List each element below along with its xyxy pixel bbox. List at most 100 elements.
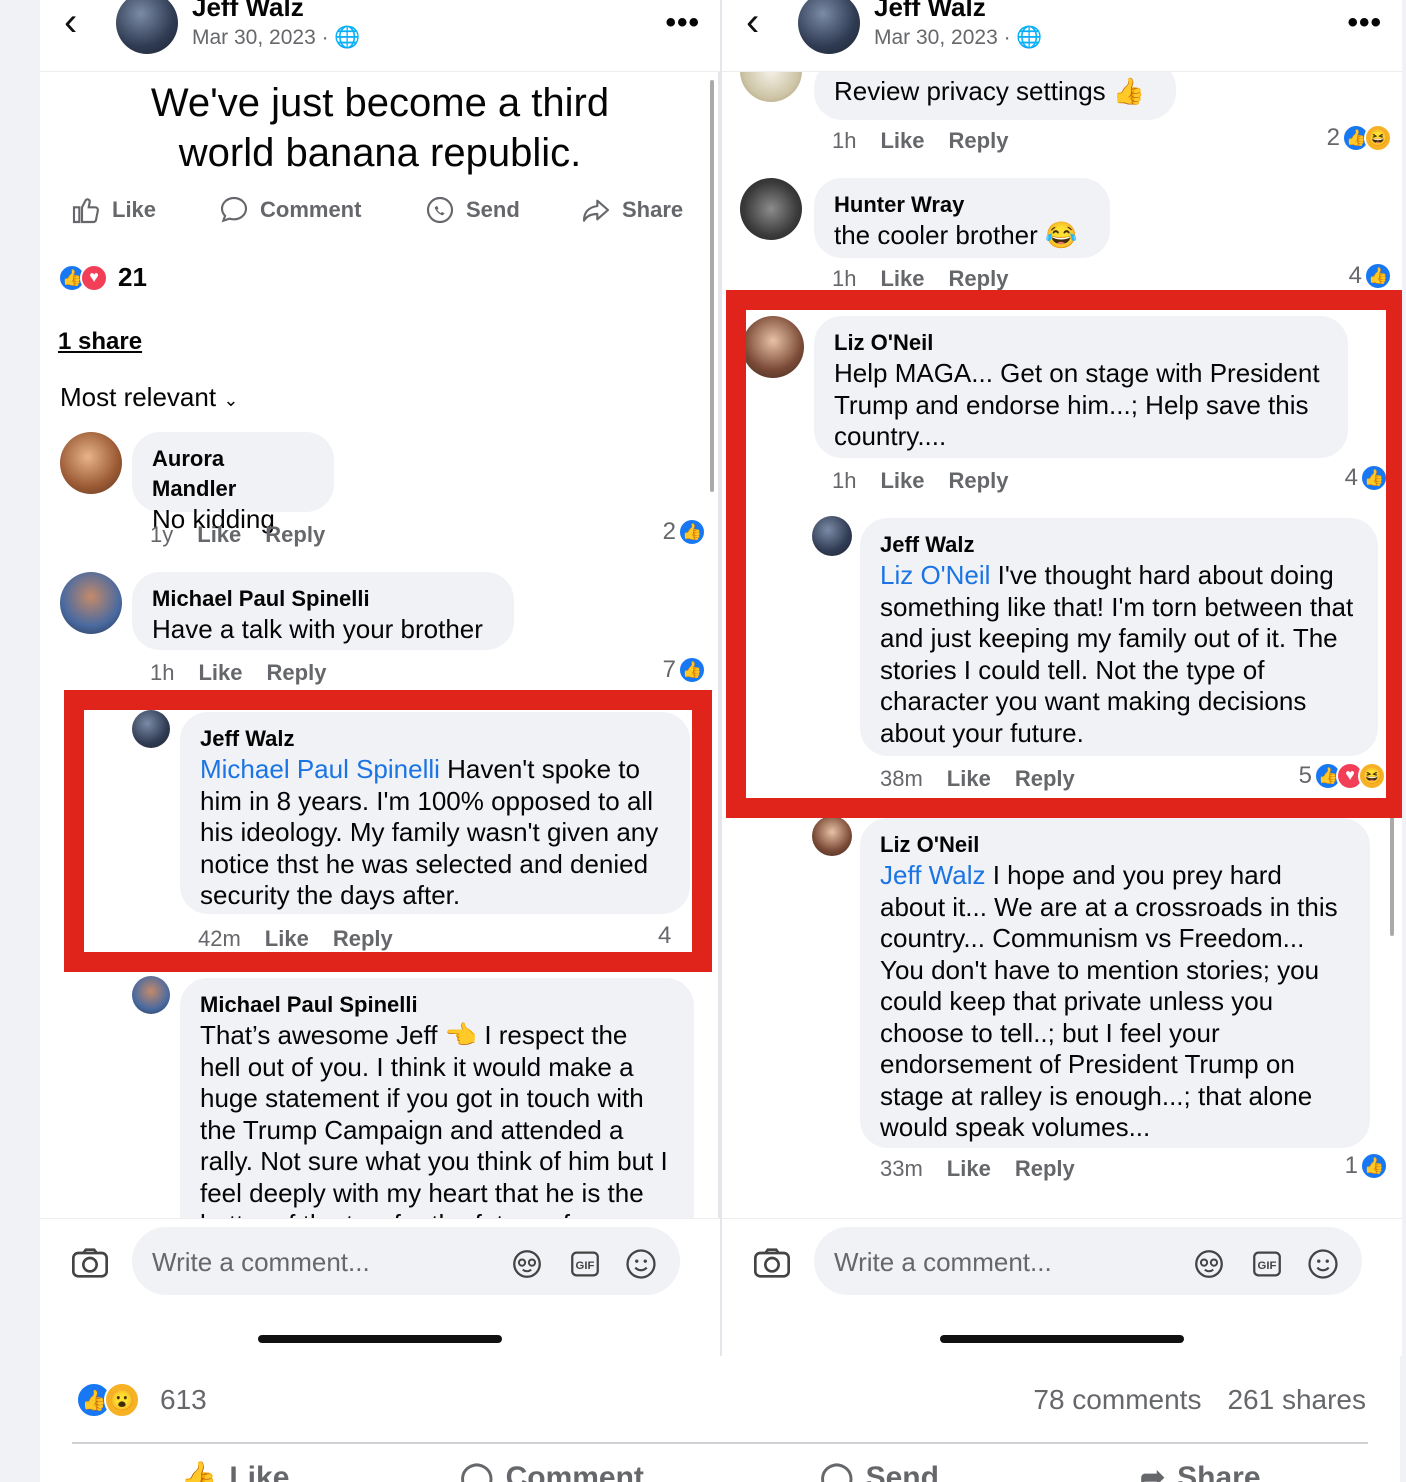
comment-composer: Write a comment... GIF <box>722 1218 1402 1356</box>
comments-count-link[interactable]: 78 comments <box>1033 1384 1201 1416</box>
comment-bubble: Liz O'Neil Jeff Walz I hope and you prey… <box>860 818 1370 1148</box>
camera-icon[interactable] <box>70 1243 110 1283</box>
outer-comment-button[interactable]: ◯ Comment <box>460 1460 644 1482</box>
like-icon <box>72 198 99 224</box>
post-header: ‹ Jeff Walz Mar 30, 2023 · 🌐 ••• <box>722 0 1402 72</box>
mention-link[interactable]: Jeff Walz <box>880 860 985 890</box>
share-button[interactable]: Share <box>580 194 683 226</box>
scrollbar[interactable] <box>710 80 714 492</box>
share-icon: ➦ <box>1140 1461 1166 1482</box>
comment-reaction-count[interactable]: 4 👍 <box>1349 262 1392 290</box>
comment-like-button[interactable]: Like <box>880 128 924 154</box>
outer-reaction-count[interactable]: 613 <box>160 1384 207 1416</box>
outer-reactions[interactable]: 👍 😮 <box>76 1382 140 1418</box>
back-arrow-icon[interactable]: ‹ <box>746 2 759 42</box>
comment-input[interactable]: Write a comment... GIF <box>814 1227 1362 1295</box>
outer-post-actions: 👍 Like ◯ Comment ◯ Send ➦ Share <box>0 1460 1360 1482</box>
author-avatar[interactable] <box>798 0 860 54</box>
post-date: Mar 30, 2023 · 🌐 <box>874 26 1043 49</box>
gif-icon[interactable]: GIF <box>568 1247 602 1281</box>
comment-text: Review privacy settings 👍 <box>834 76 1146 106</box>
comment-text: the cooler brother 😂 <box>834 220 1078 250</box>
love-reaction-icon: ♥ <box>80 263 108 292</box>
emoji-icon[interactable] <box>624 1247 658 1281</box>
comment-reaction-count[interactable]: 7 👍 <box>663 656 706 684</box>
comment-meta: 1h Like Reply <box>832 128 1009 154</box>
shares-count-link[interactable]: 261 shares <box>1227 1384 1366 1416</box>
avatar[interactable] <box>740 178 802 240</box>
globe-icon: 🌐 <box>334 26 361 49</box>
outer-send-button[interactable]: ◯ Send <box>820 1460 939 1482</box>
thumbs-up-emoji: 👍 <box>1112 76 1146 106</box>
more-icon[interactable]: ••• <box>665 6 700 40</box>
outer-share-button[interactable]: ➦ Share <box>1140 1460 1261 1482</box>
comment-author[interactable]: Hunter Wray <box>834 190 1090 220</box>
highlight-box <box>726 290 1402 818</box>
post-reactions[interactable]: 👍 ♥ 21 <box>58 262 147 293</box>
comment-reply-button[interactable]: Reply <box>267 660 327 686</box>
comment-text: That’s awesome Jeff 👈 I respect the hell… <box>200 1020 668 1239</box>
highlight-box <box>64 690 712 972</box>
footer-divider <box>72 1442 1368 1444</box>
post-header: ‹ Jeff Walz Mar 30, 2023 · 🌐 ••• <box>40 0 720 72</box>
comment-reaction-count[interactable]: 2 👍 <box>663 518 706 546</box>
right-screenshot: ‹ Jeff Walz Mar 30, 2023 · 🌐 ••• Review … <box>722 0 1402 1356</box>
gif-icon[interactable]: GIF <box>1250 1247 1284 1281</box>
svg-text:GIF: GIF <box>1258 1260 1277 1272</box>
more-icon[interactable]: ••• <box>1347 6 1382 40</box>
send-button[interactable]: Send <box>424 194 520 226</box>
comment-bubble: Aurora Mandler No kidding <box>132 432 334 534</box>
comment-reply-button[interactable]: Reply <box>1015 1156 1075 1182</box>
avatar[interactable] <box>60 572 122 634</box>
haha-reaction-icon: 😆 <box>1364 124 1392 152</box>
globe-icon: 🌐 <box>1016 26 1043 49</box>
comment-reaction-count[interactable]: 2 👍 😆 <box>1327 124 1392 152</box>
comment-meta: 33m Like Reply <box>880 1156 1075 1182</box>
comment-button[interactable]: Comment <box>218 194 361 226</box>
comment-reply-button[interactable]: Reply <box>949 128 1009 154</box>
like-reaction-icon: 👍 <box>678 656 706 684</box>
comment-reply-button[interactable]: Reply <box>265 522 325 548</box>
author-name[interactable]: Jeff Walz <box>192 0 304 23</box>
comment-bubble: Hunter Wray the cooler brother 😂 <box>814 178 1110 258</box>
comment-reaction-count[interactable]: 1 👍 <box>1345 1152 1388 1180</box>
like-reaction-icon: 👍 <box>1364 262 1392 290</box>
comment-like-button[interactable]: Like <box>198 660 242 686</box>
comment-like-button[interactable]: Like <box>947 1156 991 1182</box>
left-screenshot: ‹ Jeff Walz Mar 30, 2023 · 🌐 ••• We've j… <box>40 0 720 1356</box>
author-name[interactable]: Jeff Walz <box>874 0 986 23</box>
comment-author[interactable]: Aurora Mandler <box>152 444 314 504</box>
comment-meta: 1y Like Reply <box>150 522 326 548</box>
avatar[interactable] <box>60 432 122 494</box>
author-avatar[interactable] <box>116 0 178 54</box>
send-icon: ◯ <box>820 1461 854 1482</box>
like-reaction-icon: 👍 <box>678 518 706 546</box>
comment-author[interactable]: Michael Paul Spinelli <box>152 584 494 614</box>
comment-reply-button[interactable]: Reply <box>949 266 1009 292</box>
comment-bubble: Michael Paul Spinelli Have a talk with y… <box>132 572 514 650</box>
back-arrow-icon[interactable]: ‹ <box>64 2 77 42</box>
comment-author[interactable]: Liz O'Neil <box>880 830 1350 860</box>
home-indicator <box>940 1335 1184 1343</box>
svg-text:GIF: GIF <box>576 1260 595 1272</box>
post-actions: Like Comment Send Share <box>40 194 720 238</box>
pointing-left-emoji: 👈 <box>444 1020 478 1050</box>
outer-post-stats: 78 comments 261 shares <box>1033 1384 1366 1416</box>
laughing-emoji: 😂 <box>1045 220 1078 250</box>
comment-input[interactable]: Write a comment... GIF <box>132 1227 680 1295</box>
avatar[interactable] <box>812 816 852 856</box>
comment-bubble: Michael Paul Spinelli That’s awesome Jef… <box>180 978 694 1258</box>
sort-dropdown[interactable]: Most relevant ⌄ <box>60 382 238 413</box>
avatar[interactable] <box>132 976 170 1014</box>
like-button[interactable]: Like <box>70 194 156 226</box>
comment-like-button[interactable]: Like <box>880 266 924 292</box>
sticker-icon[interactable] <box>510 1247 544 1281</box>
outer-like-button[interactable]: 👍 Like <box>180 1460 289 1482</box>
comment-author[interactable]: Michael Paul Spinelli <box>200 990 674 1020</box>
sticker-icon[interactable] <box>1192 1247 1226 1281</box>
camera-icon[interactable] <box>752 1243 792 1283</box>
share-count-link[interactable]: 1 share <box>58 328 142 356</box>
emoji-icon[interactable] <box>1306 1247 1340 1281</box>
comment-like-button[interactable]: Like <box>197 522 241 548</box>
comment-icon <box>220 196 248 223</box>
